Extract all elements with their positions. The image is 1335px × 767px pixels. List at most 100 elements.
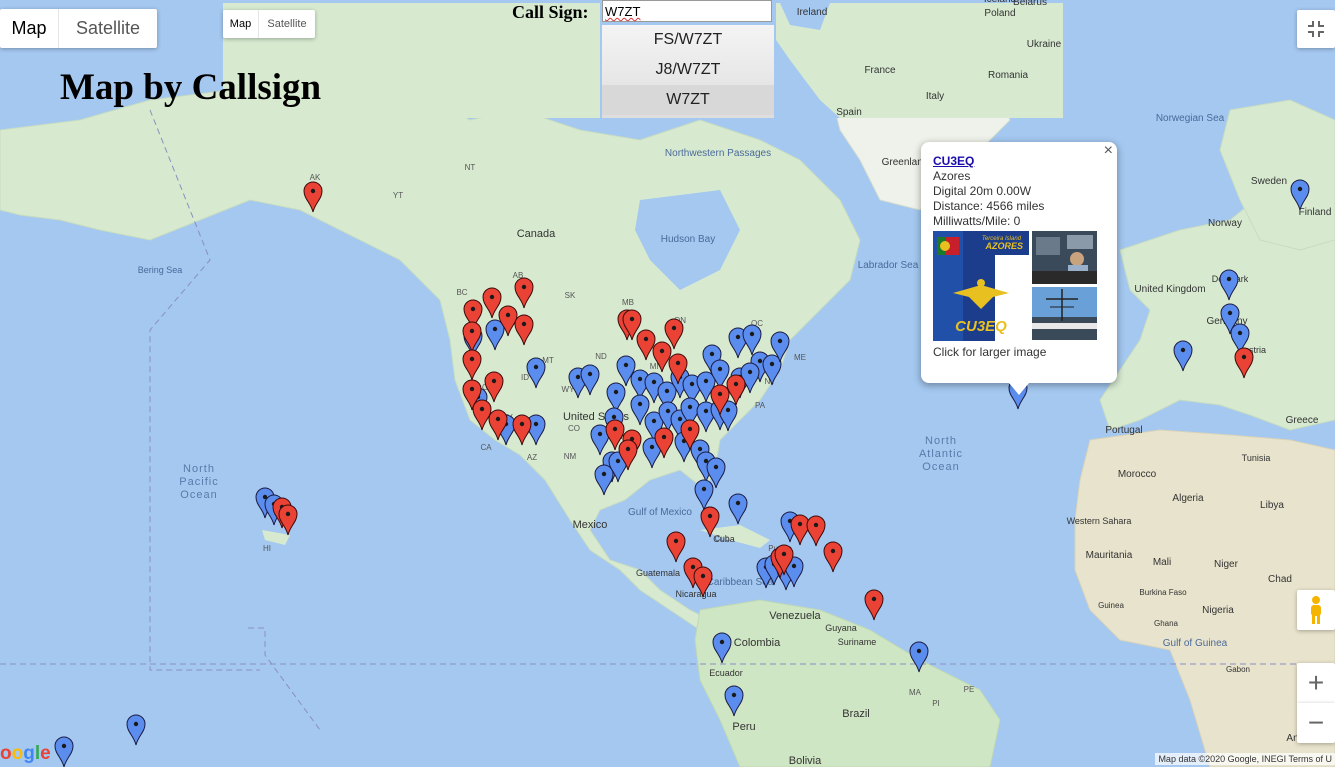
- map-label-north-atlantic-ocean: North: [925, 435, 957, 447]
- map-label-me: ME: [794, 353, 806, 362]
- antenna-photo: [1032, 287, 1097, 340]
- map-type-map-button[interactable]: Map: [0, 9, 58, 48]
- qsl-callsign-text: CU3EQ: [955, 318, 1007, 335]
- map-label-co: CO: [568, 424, 580, 433]
- mode-band-power-text: Digital 20m 0.00W: [933, 184, 1032, 198]
- map-label-italy: Italy: [926, 91, 944, 102]
- map-label-tunisia: Tunisia: [1242, 453, 1271, 463]
- map-type-control: Map Satellite: [0, 9, 157, 48]
- map-label-peru: Peru: [732, 721, 755, 733]
- map-label-yt: YT: [393, 191, 403, 200]
- fullscreen-icon[interactable]: [1297, 10, 1335, 48]
- info-window[interactable]: × CU3EQ Azores Digital 20m 0.00W Distanc…: [921, 142, 1117, 395]
- qsl-region-text: AZORES: [984, 241, 1023, 251]
- map-label-guinea: Guinea: [1098, 601, 1124, 610]
- map-label-ma: MA: [909, 688, 922, 697]
- map-label-north-atlantic-ocean: Ocean: [922, 461, 959, 473]
- map-attribution[interactable]: Map data ©2020 Google, INEGI Terms of U: [1155, 753, 1335, 765]
- map-label-algeria: Algeria: [1172, 493, 1204, 504]
- map-label-nt: NT: [465, 163, 476, 172]
- info-window-content: CU3EQ Azores Digital 20m 0.00W Distance:…: [933, 154, 1097, 360]
- map-label-mali: Mali: [1153, 557, 1171, 568]
- map-label-mexico: Mexico: [573, 519, 608, 531]
- map-label-ireland: Ireland: [797, 7, 828, 18]
- map-label-nm: NM: [564, 452, 577, 461]
- map-label-north-pacific-ocean: North: [183, 463, 215, 475]
- map-label-gabon: Gabon: [1226, 665, 1250, 674]
- close-icon[interactable]: ×: [1104, 142, 1113, 160]
- map-label-brazil: Brazil: [842, 708, 870, 720]
- suggestion-item[interactable]: J8/W7ZT: [602, 55, 774, 85]
- zoom-out-label: −: [1307, 707, 1325, 738]
- map-label-north-pacific-ocean: Pacific: [179, 476, 218, 488]
- map-label-poland: Poland: [984, 8, 1015, 19]
- google-logo: oogle: [0, 743, 51, 764]
- map-label-iceland: Iceland: [984, 0, 1016, 5]
- map-label-norwegian-sea: Norwegian Sea: [1156, 113, 1225, 124]
- map-label-canada: Canada: [517, 228, 556, 240]
- map-label-guyana: Guyana: [825, 623, 857, 633]
- map-label-mauritania: Mauritania: [1086, 550, 1133, 561]
- map-label-hudson-bay: Hudson Bay: [661, 234, 715, 245]
- map-label-bolivia: Bolivia: [789, 755, 822, 767]
- map-label-ca: CA: [480, 443, 492, 452]
- map-label-nicaragua: Nicaragua: [675, 589, 716, 599]
- map-label-ukraine: Ukraine: [1027, 39, 1062, 50]
- map-label-sk: SK: [565, 291, 576, 300]
- operator-photo: [1032, 231, 1097, 284]
- map-label-france: France: [864, 65, 896, 76]
- zoom-out-button[interactable]: −: [1297, 703, 1335, 743]
- map-label-spain: Spain: [836, 107, 862, 118]
- callsign-label: Call Sign:: [512, 2, 589, 22]
- map-label-sweden: Sweden: [1251, 176, 1287, 187]
- map-label-labrador-sea: Labrador Sea: [858, 260, 919, 271]
- map-label-ghana: Ghana: [1154, 619, 1179, 628]
- map-label-ak: AK: [310, 173, 321, 182]
- map-label-mb: MB: [622, 298, 634, 307]
- map-label-northwestern-passages: Northwestern Passages: [665, 148, 771, 159]
- overlay-map-type-control: Map Satellite: [223, 10, 315, 38]
- suggestion-item-selected[interactable]: W7ZT: [602, 85, 774, 115]
- callsign-link[interactable]: CU3EQ: [933, 154, 1097, 169]
- map-label-north-pacific-ocean: Ocean: [180, 489, 217, 501]
- map-label-finland: Finland: [1299, 207, 1332, 218]
- map-label-western-sahara: Western Sahara: [1067, 516, 1132, 526]
- map-label-gulf-of-guinea: Gulf of Guinea: [1163, 638, 1228, 649]
- qsl-card-main: Terceira Island AZORES CU3EQ: [933, 231, 1029, 341]
- overlay-map-button[interactable]: Map: [223, 10, 258, 38]
- map-label-burkina-faso: Burkina Faso: [1139, 588, 1187, 597]
- pegman-icon[interactable]: [1297, 590, 1335, 630]
- zoom-in-button[interactable]: +: [1297, 663, 1335, 703]
- page-title: Map by Callsign: [60, 67, 322, 108]
- map-label-cub: Cub: [715, 534, 730, 543]
- suggestion-item[interactable]: FS/W7ZT: [602, 25, 774, 55]
- map-label-suriname: Suriname: [838, 637, 877, 647]
- zoom-in-label: +: [1307, 667, 1325, 698]
- map-label-gulf-of-mexico: Gulf of Mexico: [628, 507, 692, 518]
- map-label-north-atlantic-ocean: Atlantic: [919, 448, 963, 460]
- map-label-hi: HI: [263, 544, 271, 553]
- location-text: Azores: [933, 169, 971, 183]
- map-type-satellite-button[interactable]: Satellite: [58, 9, 157, 48]
- map-label-id: ID: [521, 373, 529, 382]
- map-label-colombia: Colombia: [734, 637, 781, 649]
- map-label-libya: Libya: [1260, 500, 1284, 511]
- map-label-nd: ND: [595, 352, 607, 361]
- map-label-norway: Norway: [1208, 218, 1242, 229]
- map-label-nigeria: Nigeria: [1202, 605, 1234, 616]
- overlay-satellite-button[interactable]: Satellite: [258, 10, 315, 38]
- map-label-romania: Romania: [988, 70, 1028, 81]
- map-label-pe: PE: [964, 685, 975, 694]
- distance-text: Distance: 4566 miles: [933, 199, 1045, 213]
- callsign-input[interactable]: W7ZT: [602, 0, 772, 22]
- map-label-united-kingdom: United Kingdom: [1134, 284, 1205, 295]
- map-label-belarus: Belarus: [1013, 0, 1047, 8]
- map-label-az: AZ: [527, 453, 537, 462]
- map-label-guatemala: Guatemala: [636, 568, 680, 578]
- map-label-portugal: Portugal: [1105, 425, 1142, 436]
- map-label-bering-sea: Bering Sea: [138, 265, 183, 275]
- map-label-greece: Greece: [1286, 415, 1319, 426]
- map-label-morocco: Morocco: [1118, 469, 1157, 480]
- click-note: Click for larger image: [933, 345, 1047, 359]
- qsl-card-image[interactable]: Terceira Island AZORES CU3EQ: [933, 231, 1097, 341]
